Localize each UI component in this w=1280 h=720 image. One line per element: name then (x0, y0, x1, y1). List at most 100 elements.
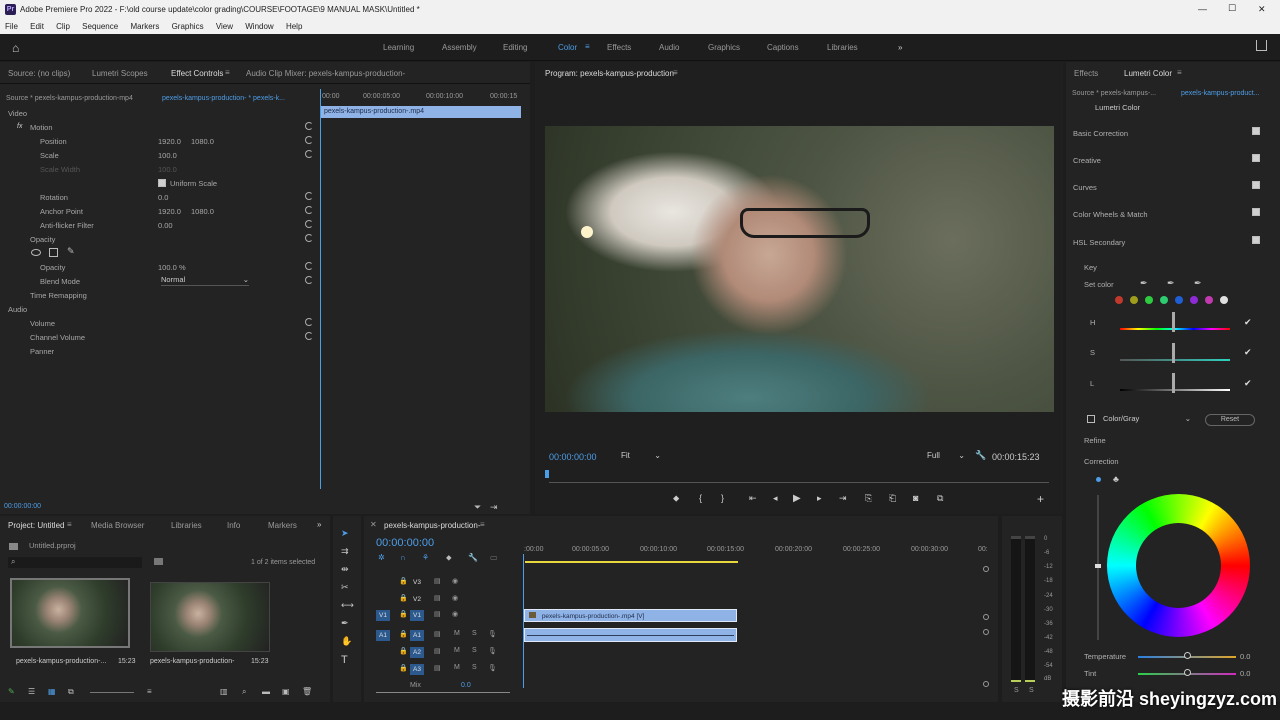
reset-button[interactable]: Reset (1205, 414, 1255, 426)
timeline-settings-icon[interactable]: 🔧 (468, 553, 478, 562)
step-forward-icon[interactable]: ▸ (817, 493, 822, 504)
linked-selection-icon[interactable]: ⚘ (422, 553, 429, 562)
mix-value[interactable]: 0.0 (461, 682, 471, 689)
tint-handle[interactable] (1184, 669, 1191, 676)
menu-help[interactable]: Help (286, 22, 302, 31)
ec-clip-bar[interactable]: pexels-kampus-production-.mp4 (321, 106, 521, 118)
channel-volume-label[interactable]: Channel Volume (30, 333, 85, 347)
lightness-handle[interactable] (1172, 373, 1175, 393)
sync-lock-icon[interactable]: ▤ (434, 630, 441, 638)
sync-lock-icon[interactable]: ▤ (434, 664, 441, 672)
reset-motion-icon[interactable] (305, 122, 313, 130)
home-icon[interactable]: ⌂ (12, 41, 19, 55)
menu-graphics[interactable]: Graphics (172, 22, 204, 31)
menu-markers[interactable]: Markers (130, 22, 159, 31)
tint-value[interactable]: 0.0 (1240, 669, 1250, 678)
reset-rotation-icon[interactable] (305, 192, 313, 200)
section-creative[interactable]: Creative (1073, 156, 1101, 165)
tab-libraries[interactable]: Libraries (171, 521, 202, 530)
color-wheel[interactable] (1107, 494, 1250, 637)
curves-checkbox[interactable] (1252, 181, 1260, 189)
share-icon[interactable] (1256, 40, 1267, 51)
nest-icon[interactable]: ✲ (378, 553, 385, 562)
lock-icon[interactable]: 🔒 (399, 594, 408, 602)
reset-opacity-group-icon[interactable] (305, 234, 313, 242)
timeline-scroll-handle[interactable] (983, 614, 989, 620)
close-sequence-icon[interactable]: ✕ (370, 520, 377, 529)
workspace-assembly[interactable]: Assembly (442, 43, 477, 52)
h-check-icon[interactable]: ✔ (1244, 317, 1252, 328)
tab-menu-icon[interactable]: ≡ (225, 68, 230, 77)
add-marker-icon[interactable]: ⬥ (673, 493, 679, 504)
meter-solo-left[interactable]: S (1014, 687, 1019, 694)
reset-opacity-icon[interactable] (305, 262, 313, 270)
ec-current-timecode[interactable]: 00:00:00:00 (4, 503, 41, 510)
anchor-y[interactable]: 1080.0 (191, 207, 214, 221)
menu-clip[interactable]: Clip (56, 22, 70, 31)
mute-button[interactable]: M (454, 630, 460, 637)
tab-lumetri-color[interactable]: Lumetri Color (1124, 69, 1172, 78)
section-color-wheels[interactable]: Color Wheels & Match (1073, 210, 1148, 219)
step-back-icon[interactable]: ◂ (773, 493, 778, 504)
lumetri-effect-select[interactable]: Lumetri Color (1088, 103, 1243, 112)
timeline-timecode[interactable]: 00:00:00:00 (376, 537, 434, 549)
sync-lock-icon[interactable]: ▤ (434, 610, 441, 618)
time-remapping-label[interactable]: Time Remapping (30, 291, 87, 305)
track-label-a3[interactable]: A3 (410, 664, 424, 675)
reset-blend-icon[interactable] (305, 276, 313, 284)
track-label-v1[interactable]: V1 (410, 610, 424, 621)
color-gray-checkbox[interactable] (1087, 415, 1095, 423)
section-hsl-secondary[interactable]: HSL Secondary (1073, 238, 1125, 247)
slip-tool-icon[interactable]: ⟷ (341, 600, 354, 611)
uniform-scale-checkbox[interactable] (158, 179, 166, 187)
tab-effects[interactable]: Effects (1074, 69, 1098, 78)
camera-icon[interactable]: ◙ (913, 493, 918, 503)
program-title[interactable]: Program: pexels-kampus-production- (545, 69, 677, 78)
workspace-editing[interactable]: Editing (503, 43, 527, 52)
basic-correction-checkbox[interactable] (1252, 127, 1260, 135)
add-button-icon[interactable]: + (1037, 492, 1044, 506)
position-y[interactable]: 1080.0 (191, 137, 214, 151)
track-label-v3[interactable]: V3 (410, 577, 424, 588)
sync-lock-icon[interactable]: ▤ (434, 647, 441, 655)
trash-icon[interactable]: 🗑 (302, 687, 312, 696)
eye-icon[interactable]: ◉ (452, 577, 458, 585)
project-item-thumbnail[interactable] (150, 582, 270, 652)
list-view-icon[interactable]: ☰ (28, 687, 35, 696)
saturation-handle[interactable] (1172, 343, 1175, 363)
new-bin-icon[interactable] (154, 558, 163, 565)
snap-icon[interactable]: ∩ (400, 553, 406, 562)
color-wheels-checkbox[interactable] (1252, 208, 1260, 216)
color-swatch[interactable] (1205, 296, 1213, 304)
l-check-icon[interactable]: ✔ (1244, 378, 1252, 389)
rectangle-mask-icon[interactable] (49, 248, 58, 257)
lock-icon[interactable]: 🔒 (399, 664, 408, 672)
tab-source[interactable]: Source: (no clips) (8, 69, 70, 78)
mark-in-icon[interactable]: { (699, 493, 702, 503)
single-wheel-icon[interactable] (1096, 477, 1101, 482)
audio-clip[interactable] (524, 628, 737, 642)
mark-out-icon[interactable]: } (721, 493, 724, 503)
lock-icon[interactable]: 🔒 (399, 630, 408, 638)
ec-timeline[interactable] (320, 89, 526, 489)
tabs-more-icon[interactable]: » (317, 520, 321, 529)
zoom-slider[interactable] (90, 692, 134, 693)
hue-handle[interactable] (1172, 312, 1175, 332)
color-swatch[interactable] (1130, 296, 1138, 304)
reset-scale-icon[interactable] (305, 150, 313, 158)
project-menu-icon[interactable]: ≡ (67, 520, 72, 529)
sequence-menu-icon[interactable]: ≡ (480, 520, 485, 529)
microphone-icon[interactable]: 🎙 (488, 647, 497, 655)
comparison-view-icon[interactable]: ⧉ (937, 493, 943, 504)
eyedropper-add-icon[interactable]: ✒ (1167, 278, 1175, 289)
new-item-icon[interactable]: ▣ (282, 687, 290, 696)
color-swatch[interactable] (1220, 296, 1228, 304)
freeform-view-icon[interactable]: ⧉ (68, 687, 74, 697)
play-icon[interactable]: ▶ (793, 493, 801, 504)
solo-button[interactable]: S (472, 647, 477, 654)
captions-icon[interactable]: ▭ (490, 553, 498, 562)
eye-icon[interactable]: ◉ (452, 594, 458, 602)
section-basic-correction[interactable]: Basic Correction (1073, 129, 1128, 138)
microphone-icon[interactable]: 🎙 (488, 664, 497, 672)
work-area-bar[interactable] (525, 561, 738, 563)
